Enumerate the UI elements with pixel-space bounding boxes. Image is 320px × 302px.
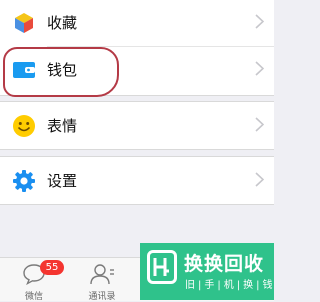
watermark-logo: 换换回收 旧|手|机|换|钱 xyxy=(140,243,274,300)
chevron-right-icon xyxy=(255,117,264,132)
watermark-title: 换换回收 xyxy=(184,253,265,275)
chevron-right-icon xyxy=(255,61,264,76)
menu-item-favorites-label: 收藏 xyxy=(47,14,78,32)
chevron-right-icon xyxy=(255,14,264,29)
menu-item-emoji-label: 表情 xyxy=(47,117,78,135)
watermark-subtitle: 旧|手|机|换|钱 xyxy=(185,280,276,291)
tab-chats-label: 微信 xyxy=(24,292,43,302)
menu-group-2: 表情 xyxy=(0,101,274,150)
favorites-cube-icon xyxy=(15,13,33,33)
menu-item-favorites[interactable]: 收藏 xyxy=(0,0,274,46)
tab-contacts[interactable]: 通讯录 xyxy=(68,258,136,302)
menu-group-3: 设置 xyxy=(0,156,274,205)
watermark-logo-icon xyxy=(147,250,177,284)
menu-item-emoji[interactable]: 表情 xyxy=(0,102,274,149)
settings-gear-icon xyxy=(13,170,35,192)
tab-chats[interactable]: 55 微信 xyxy=(0,258,68,302)
chevron-right-icon xyxy=(255,172,264,187)
menu-item-settings[interactable]: 设置 xyxy=(0,157,274,204)
tab-contacts-label: 通讯录 xyxy=(88,292,116,302)
contacts-icon xyxy=(90,264,114,285)
wallet-highlight-annotation xyxy=(3,47,119,97)
menu-item-settings-label: 设置 xyxy=(47,172,78,190)
emoji-smiley-icon xyxy=(13,115,35,137)
unread-badge: 55 xyxy=(40,260,64,275)
